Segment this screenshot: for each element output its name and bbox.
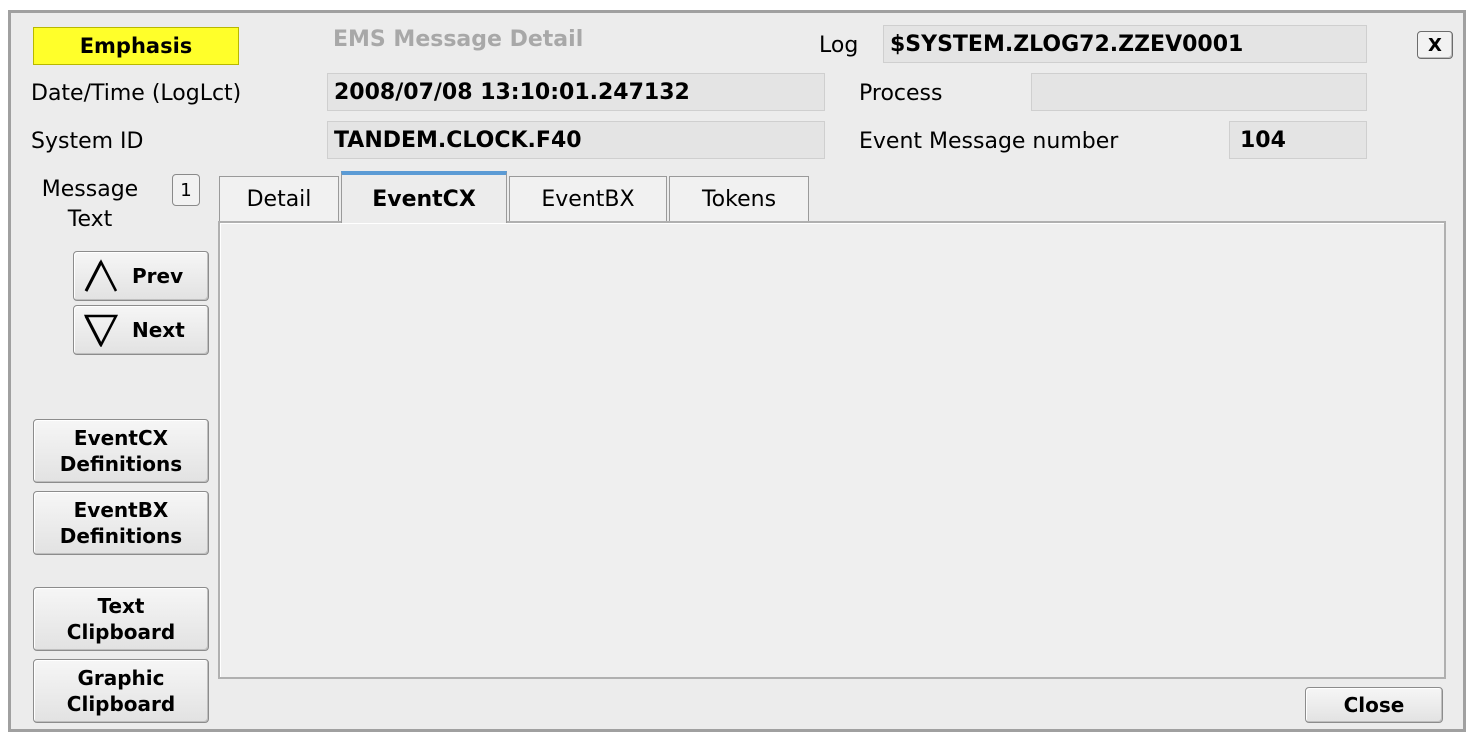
graphic-clipboard-button[interactable]: Graphic Clipboard (33, 659, 209, 723)
eventcx-def-line2: Definitions (59, 452, 183, 476)
message-counter: 1 (172, 174, 200, 206)
message-label-line1: Message (41, 177, 139, 202)
close-button[interactable]: Close (1305, 687, 1443, 723)
tab-tokens[interactable]: Tokens (669, 176, 809, 222)
down-triangle-icon (84, 314, 118, 347)
process-label: Process (859, 81, 943, 106)
up-triangle-icon (84, 259, 118, 292)
eventcx-content-panel[interactable] (218, 221, 1446, 679)
eventcx-definitions-button[interactable]: EventCX Definitions (33, 419, 209, 483)
next-button[interactable]: Next (73, 305, 209, 355)
systemid-field: TANDEM.CLOCK.F40 (327, 121, 825, 159)
process-field (1031, 73, 1367, 111)
eventcx-def-line1: EventCX (73, 426, 169, 450)
eventbx-definitions-button[interactable]: EventBX Definitions (33, 491, 209, 555)
tab-eventcx[interactable]: EventCX (341, 171, 507, 223)
datetime-field: 2008/07/08 13:10:01.247132 (327, 73, 825, 111)
message-label-line2: Text (67, 207, 113, 232)
graphic-clipboard-line2: Clipboard (66, 692, 176, 716)
tab-detail[interactable]: Detail (219, 176, 339, 222)
text-clipboard-line2: Clipboard (66, 620, 176, 644)
systemid-label: System ID (31, 129, 144, 154)
message-text-label: Message Text (31, 175, 149, 235)
event-number-field: 104 (1229, 121, 1367, 159)
datetime-label: Date/Time (LogLct) (31, 81, 242, 106)
eventbx-def-line1: EventBX (73, 498, 169, 522)
text-clipboard-line1: Text (97, 594, 145, 618)
ems-message-detail-window: Emphasis EMS Message Detail Log $SYSTEM.… (8, 10, 1466, 732)
emphasis-badge[interactable]: Emphasis (33, 27, 239, 65)
prev-button[interactable]: Prev (73, 251, 209, 301)
eventbx-def-line2: Definitions (59, 524, 183, 548)
window-title: EMS Message Detail (333, 27, 584, 52)
log-label: Log (819, 33, 859, 58)
event-number-label: Event Message number (859, 129, 1119, 154)
log-field: $SYSTEM.ZLOG72.ZZEV0001 (883, 25, 1367, 63)
text-clipboard-button[interactable]: Text Clipboard (33, 587, 209, 651)
close-x-button[interactable]: X (1417, 31, 1453, 59)
next-label: Next (132, 318, 185, 342)
prev-label: Prev (132, 264, 184, 288)
graphic-clipboard-line1: Graphic (77, 666, 165, 690)
tab-eventbx[interactable]: EventBX (509, 176, 667, 222)
